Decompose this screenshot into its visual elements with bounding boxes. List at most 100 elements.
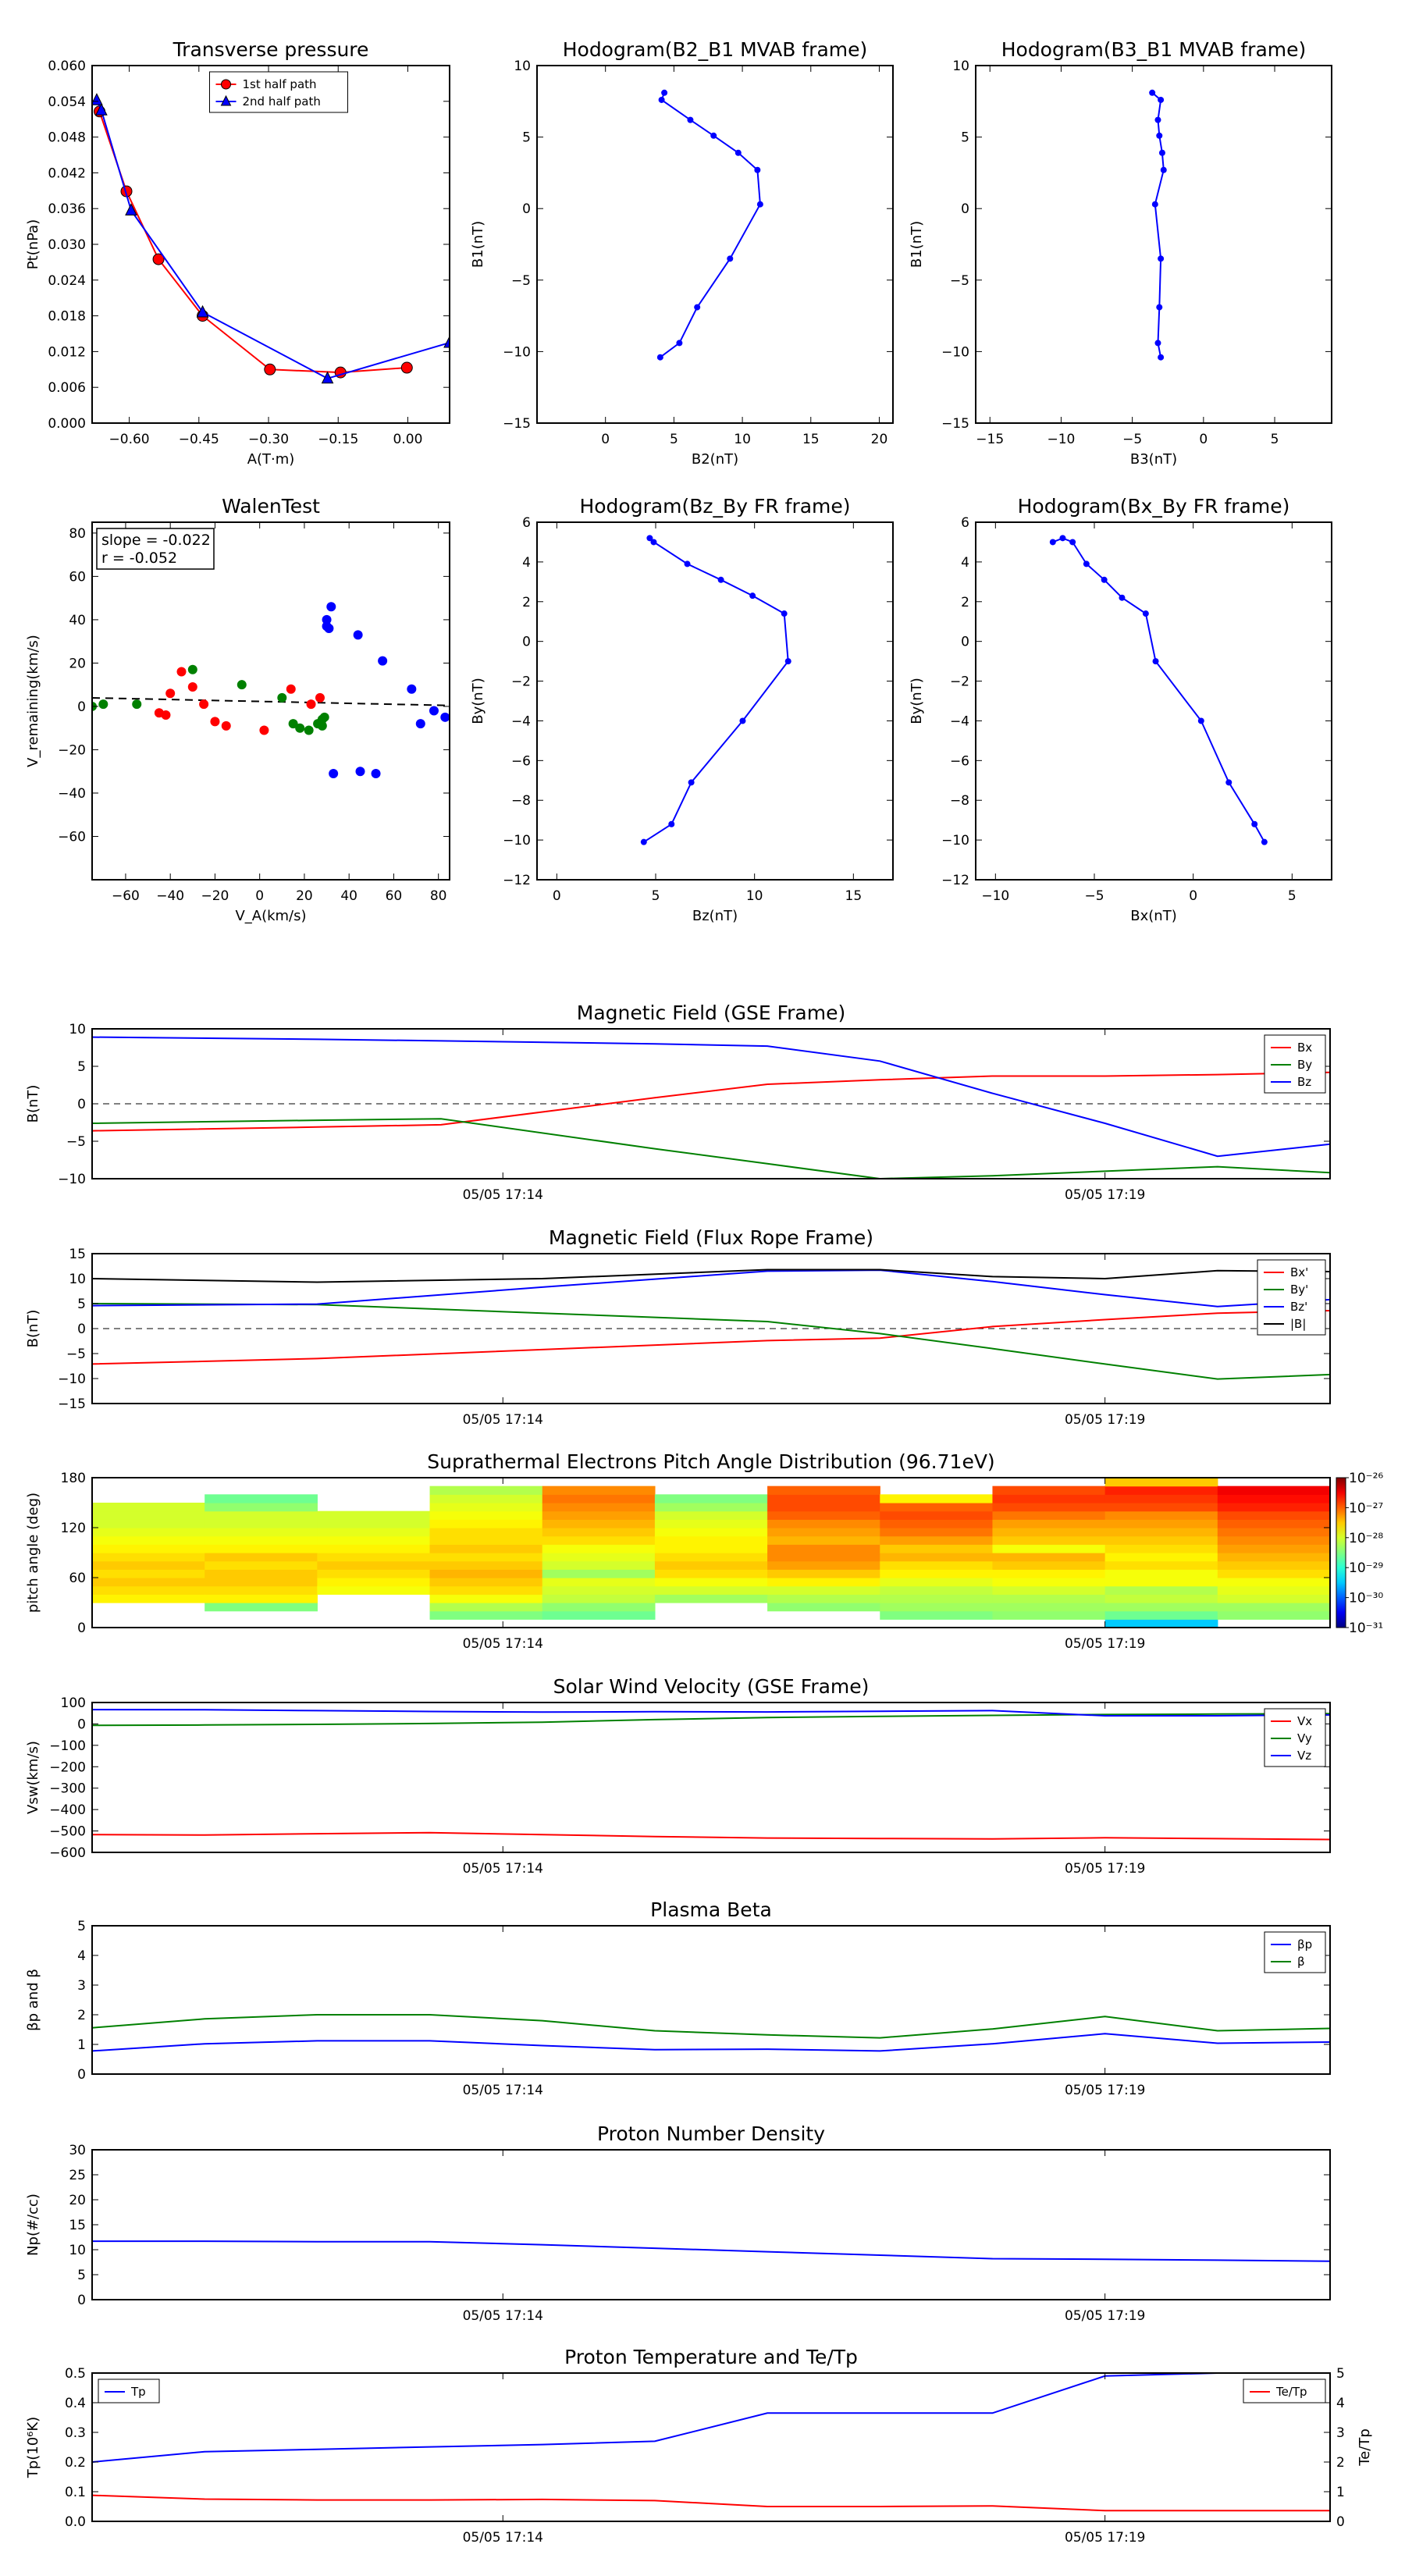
beta-frame (91, 1925, 1331, 2075)
np-ytick-label: 25 (69, 2168, 86, 2183)
pad-cell (542, 1510, 656, 1520)
tp-ylabel: Tp(10⁶K) (25, 2417, 41, 2478)
walen-point (429, 706, 439, 716)
pad-cell (92, 1503, 205, 1512)
pad-cell (654, 1519, 768, 1528)
pad-cell (880, 1585, 994, 1595)
pad-cell (429, 1578, 543, 1587)
tp-ytick-right-label: 5 (1336, 2366, 1345, 2382)
bgse-xtick-label: 05/05 17:19 (1065, 1187, 1145, 1203)
hodo1-title: Hodogram(B2_B1 MVAB frame) (563, 38, 868, 61)
pad-cell (542, 1610, 656, 1620)
tp-ytick-right-label: 1 (1336, 2485, 1345, 2500)
tp-ylabel-right: Te/Tp (1357, 2428, 1373, 2467)
hodo3-ytick-label: 4 (522, 555, 531, 571)
pad-cell (1104, 1594, 1218, 1603)
hodo4-chart: Hodogram(Bx_By FR frame)Bx(nT)By(nT)−10−… (909, 495, 1332, 924)
tp-ytick-label: 0.2 (65, 2455, 86, 2471)
pad-cell (992, 1494, 1106, 1503)
walen-point (237, 680, 247, 690)
pad-cell (1104, 1535, 1218, 1545)
walen-series-1 (92, 664, 329, 735)
hodo2-point (1160, 166, 1167, 173)
hodo1-chart: Hodogram(B2_B1 MVAB frame) B2(nT) B1(nT) 0 5… (470, 38, 894, 468)
pad-cell (205, 1528, 318, 1537)
pad-cell (542, 1585, 656, 1595)
tp-title: Proton Temperature and Te/Tp (564, 2346, 858, 2368)
hodo1-point (658, 96, 665, 103)
hodo4-frame (975, 521, 1332, 881)
pad-cell (880, 1535, 994, 1545)
hodo3-ylabel: By(nT) (470, 678, 486, 724)
bfr-ytick-label: 0 (77, 1322, 86, 1337)
bfr-series-line (92, 1303, 1330, 1380)
hodo4-ytick-label: 4 (961, 555, 969, 571)
bgse-ytick-label: −5 (66, 1134, 86, 1150)
pad-cell (1217, 1569, 1330, 1578)
pad-cell (542, 1485, 656, 1495)
hodo1-point (727, 255, 734, 262)
walen-point (440, 712, 450, 722)
hodo1-xtick-label: 5 (670, 432, 678, 447)
hodo4-point (1049, 539, 1056, 546)
bfr-chart: Magnetic Field (Flux Rope Frame) B(nT) 05/… (25, 1226, 1331, 1428)
hodo1-point (656, 354, 663, 361)
transverse-xtick-label: −0.15 (318, 432, 358, 447)
pad-cell (880, 1553, 994, 1562)
tp-ytick-label: 0.4 (65, 2396, 86, 2411)
hodo4-point (1142, 610, 1149, 617)
bfr-xtick-label: 05/05 17:14 (463, 1412, 543, 1428)
hodo1-ytick-label: 10 (514, 59, 531, 74)
walen-xtick-label: −20 (201, 888, 229, 904)
pad-cell (880, 1610, 994, 1620)
hodo1-point (687, 116, 694, 123)
vsw-ytick-label: −300 (49, 1781, 86, 1797)
hodo4-ytick-label: −8 (950, 793, 969, 809)
pad-cell (992, 1528, 1106, 1537)
hodo2-point (1158, 149, 1165, 156)
vsw-ytick-label: 100 (61, 1695, 86, 1711)
walen-point (407, 684, 417, 694)
pad-cell (205, 1494, 318, 1503)
walen-chart: WalenTest V_A(km/s) V_remaining(km/s) −60 −4… (25, 495, 450, 924)
bgse-ylabel: B(nT) (25, 1085, 41, 1123)
hodo1-point (735, 149, 742, 156)
vsw-ytick-label: 0 (77, 1717, 86, 1732)
np-ytick-label: 5 (77, 2268, 86, 2283)
np-frame (91, 2149, 1331, 2300)
pad-cell (1217, 1553, 1330, 1562)
pad-title: Suprathermal Electrons Pitch Angle Distr… (427, 1450, 994, 1473)
pad-cell (880, 1594, 994, 1603)
pad-cell (317, 1560, 431, 1570)
hodo4-ytick-label: −10 (941, 833, 969, 849)
pad-cell (1217, 1519, 1330, 1528)
colorbar (1336, 1477, 1346, 1628)
pad-cell (654, 1510, 768, 1520)
vsw-series-line (92, 1831, 1330, 1841)
tp-xtick-label: 05/05 17:14 (463, 2530, 543, 2546)
hodo4-ytick-label: −6 (950, 753, 969, 769)
hodo2-point (1154, 340, 1161, 347)
transverse-ytick-label: 0.042 (48, 165, 86, 181)
hodo3-point (650, 539, 657, 546)
beta-legend-label: βp (1297, 1937, 1312, 1952)
pad-cell (205, 1519, 318, 1528)
pad-cell (992, 1519, 1106, 1528)
tp-ytick-label: 0.5 (65, 2366, 86, 2382)
hodo4-ytick-label: −4 (950, 713, 969, 729)
walen-xtick-label: 40 (340, 888, 357, 904)
walen-title: WalenTest (222, 495, 320, 518)
pad-cell (1217, 1610, 1330, 1620)
bfr-ylabel: B(nT) (25, 1310, 41, 1348)
hodo2-ytick-label: −15 (941, 416, 969, 432)
pad-cell (205, 1569, 318, 1578)
vsw-ytick-label: −400 (49, 1802, 86, 1818)
hodo4-xtick-label: −5 (1084, 888, 1104, 904)
bfr-series-0 (92, 1310, 1330, 1365)
tp-chart: Proton Temperature and Te/Tp Tp(10⁶K) 05/0… (25, 2346, 1373, 2546)
transverse-series-1 (92, 93, 450, 384)
pad-cell (654, 1569, 768, 1578)
np-ylabel: Np(#/cc) (25, 2194, 41, 2256)
pad-cell (1217, 1544, 1330, 1553)
pad-cell (429, 1519, 543, 1528)
